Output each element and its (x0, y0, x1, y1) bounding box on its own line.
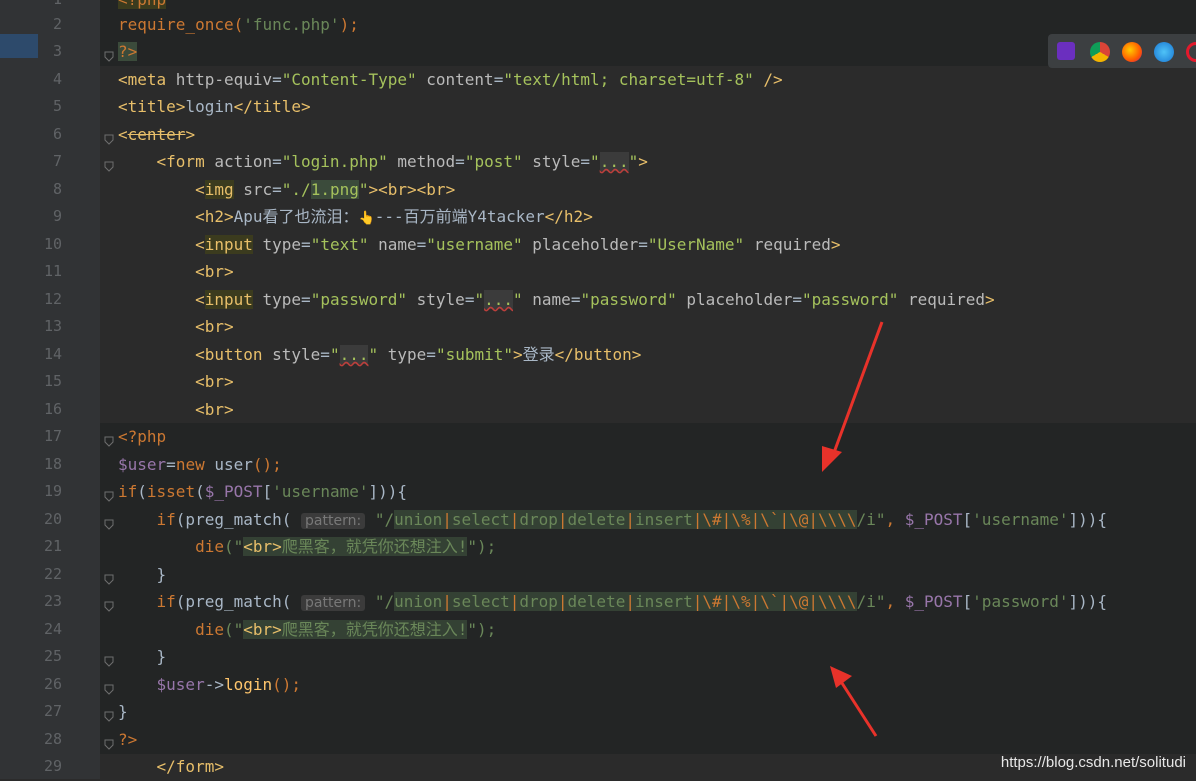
red-arrow-lower (830, 666, 878, 737)
fold-marker-icon[interactable] (104, 432, 114, 447)
fold-marker-icon[interactable] (104, 652, 114, 667)
watermark: https://blog.csdn.net/solitudi (1000, 754, 1186, 771)
fold-marker-icon[interactable] (104, 47, 114, 62)
fold-marker-icon[interactable] (104, 597, 114, 612)
fold-marker-icon[interactable] (104, 570, 114, 585)
fold-marker-icon[interactable] (104, 515, 114, 530)
fold-marker-icon[interactable] (104, 487, 114, 502)
fold-marker-icon[interactable] (104, 157, 114, 172)
fold-marker-icon[interactable] (104, 707, 114, 722)
fold-marker-icon[interactable] (104, 680, 114, 695)
fold-marker-icon[interactable] (104, 735, 114, 750)
fold-marker-icon[interactable] (104, 130, 114, 145)
red-arrow-upper (822, 321, 884, 472)
annotation-arrows (822, 321, 884, 737)
